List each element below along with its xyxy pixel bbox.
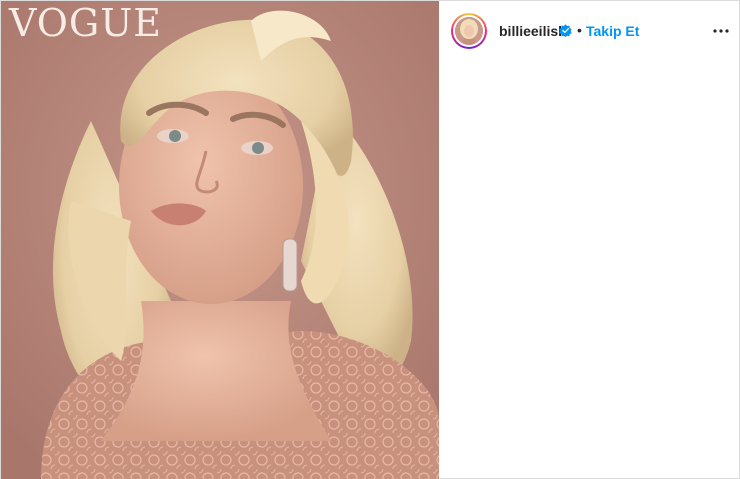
post-image[interactable]: VOGUE <box>1 1 439 479</box>
separator-dot: • <box>577 22 582 38</box>
instagram-post: VOGUE billieeilish • Takip Et <box>0 0 740 479</box>
verified-badge-icon <box>559 24 572 37</box>
profile-picture-icon <box>455 17 483 45</box>
more-options-icon[interactable] <box>709 19 733 43</box>
follow-button[interactable]: Takip Et <box>586 23 639 39</box>
vogue-masthead: VOGUE <box>9 1 163 45</box>
avatar <box>455 17 483 45</box>
portrait-photo <box>1 1 439 479</box>
post-header: billieeilish • Takip Et <box>439 1 740 61</box>
avatar-frame <box>453 15 485 47</box>
story-ring[interactable] <box>451 13 487 49</box>
username-link[interactable]: billieeilish <box>499 23 567 39</box>
